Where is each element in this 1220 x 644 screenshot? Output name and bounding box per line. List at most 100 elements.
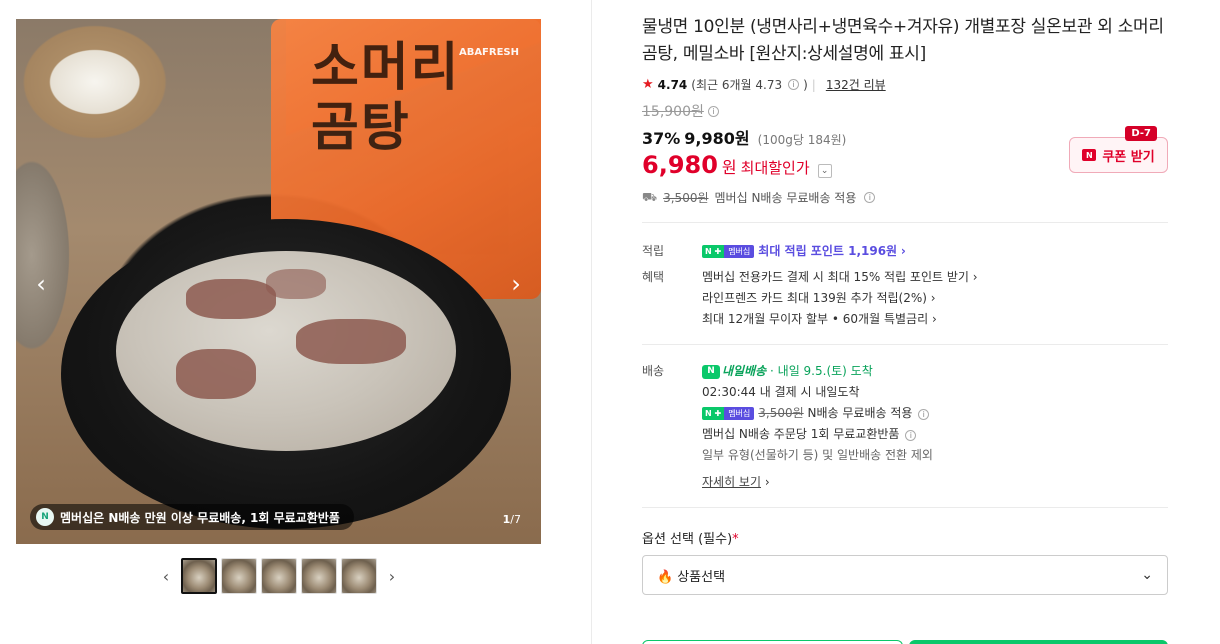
rating-recent-close: ) bbox=[803, 77, 808, 92]
benefit-item[interactable]: 멤버십 전용카드 결제 시 최대 15% 적립 포인트 받기 › bbox=[702, 267, 1168, 288]
points-section: 적립 N ✚ 멤버십 최대 적립 포인트 1,196원 › bbox=[642, 241, 1168, 262]
delivery-service-row: N 내일배송 · 내일 9.5.(토) 도착 bbox=[702, 361, 1168, 382]
meat-piece bbox=[266, 269, 326, 299]
primary-action-button[interactable] bbox=[909, 640, 1168, 644]
required-mark: * bbox=[732, 532, 739, 547]
chevron-right-icon: › bbox=[930, 291, 936, 305]
divider bbox=[642, 507, 1168, 508]
gallery-next-arrow-icon[interactable]: › bbox=[501, 269, 531, 299]
image-counter: 1/7 bbox=[503, 513, 521, 526]
price-info-icon[interactable]: i bbox=[707, 105, 719, 117]
delivery-body: N 내일배송 · 내일 9.5.(토) 도착 02:30:44 내 결제 시 내일… bbox=[702, 361, 1168, 493]
exclusion-text: 일부 유형(선물하기 등) 및 일반배송 전환 제외 bbox=[702, 448, 933, 462]
meat-piece bbox=[296, 319, 406, 364]
badge-member: 멤버십 bbox=[724, 407, 755, 420]
thumbnail-2[interactable] bbox=[221, 558, 257, 594]
select-value-wrap: 🔥 상품선택 bbox=[657, 566, 725, 585]
option-select[interactable]: 🔥 상품선택 ⌄ bbox=[642, 555, 1168, 595]
option-label-row: 옵션 선택 (필수)* bbox=[642, 528, 1168, 547]
thumbnail-5[interactable] bbox=[341, 558, 377, 594]
product-image-gallery[interactable]: ABAFRESH 소머리 곰탕 ‹ › N 멤버십은 N배송 만원 이상 무료배송… bbox=[16, 19, 541, 544]
delivery-arrival: 내일 9.5.(토) 도착 bbox=[777, 364, 873, 378]
membership-badge: N ✚ 멤버십 bbox=[702, 407, 755, 420]
discount-rate: 37% bbox=[642, 129, 681, 148]
rating-recent: (최근 6개월 4.73 bbox=[691, 78, 783, 92]
shipping-info-icon[interactable]: i bbox=[864, 192, 876, 203]
details-row: 자세히 보기 › bbox=[702, 472, 1168, 493]
info-icon[interactable]: i bbox=[905, 430, 917, 441]
thumb-next-chevron-icon[interactable]: › bbox=[381, 558, 403, 594]
divider bbox=[642, 344, 1168, 345]
thumbnail-strip: ‹ › bbox=[155, 558, 403, 594]
details-link[interactable]: 자세히 보기 bbox=[702, 475, 761, 489]
countdown-row: 02:30:44 내 결제 시 내일도착 bbox=[702, 382, 1168, 403]
expand-chevron-icon[interactable]: ⌄ bbox=[817, 164, 832, 178]
max-discount-label: 최대할인가 bbox=[740, 159, 810, 177]
membership-promo-banner: N 멤버십은 N배송 만원 이상 무료배송, 1회 무료교환반품 bbox=[30, 504, 354, 530]
info-icon[interactable]: i bbox=[918, 409, 930, 420]
chevron-right-icon: › bbox=[764, 475, 770, 489]
divider bbox=[642, 222, 1168, 223]
chevron-right-icon: › bbox=[931, 312, 937, 326]
promo-text: 멤버십은 N배송 만원 이상 무료배송, 1회 무료교환반품 bbox=[60, 510, 340, 525]
shipping-old-fee: 3,500원 bbox=[663, 191, 709, 205]
benefit-text: 멤버십 전용카드 결제 시 최대 15% 적립 포인트 받기 bbox=[702, 270, 969, 284]
chevron-down-icon: ⌄ bbox=[1141, 567, 1153, 583]
dday-badge: D-7 bbox=[1125, 126, 1157, 141]
star-icon: ★ bbox=[642, 77, 654, 92]
delivery-fee-old: 3,500원 bbox=[758, 406, 804, 420]
review-count-link[interactable]: 132건 리뷰 bbox=[826, 76, 886, 93]
thumbnail-4[interactable] bbox=[301, 558, 337, 594]
thumb-prev-chevron-icon[interactable]: ‹ bbox=[155, 558, 177, 594]
badge-member: 멤버십 bbox=[724, 245, 755, 258]
benefit-text: 최대 12개월 무이자 할부 • 60개월 특별금리 bbox=[702, 312, 929, 326]
sale-price: 9,980원 bbox=[684, 129, 750, 148]
return-row: 멤버십 N배송 주문당 1회 무료교환반품 i bbox=[702, 424, 1168, 445]
select-value: 상품선택 bbox=[677, 569, 726, 585]
counter-total: /7 bbox=[510, 513, 521, 526]
naver-delivery-icon: N bbox=[702, 364, 720, 379]
return-text: 멤버십 N배송 주문당 1회 무료교환반품 bbox=[702, 427, 900, 441]
meat-piece bbox=[186, 279, 276, 319]
gallery-prev-arrow-icon[interactable]: ‹ bbox=[26, 269, 56, 299]
max-price-unit: 원 bbox=[721, 158, 737, 177]
info-icon[interactable]: i bbox=[788, 79, 800, 90]
points-body[interactable]: N ✚ 멤버십 최대 적립 포인트 1,196원 › bbox=[702, 241, 1168, 262]
option-section: 옵션 선택 (필수)* 🔥 상품선택 ⌄ bbox=[642, 528, 1168, 595]
countdown-timer: 02:30:44 bbox=[702, 385, 756, 399]
membership-badge: N ✚ 멤버십 bbox=[702, 245, 755, 258]
points-text: 최대 적립 포인트 1,196원 bbox=[758, 244, 898, 258]
coupon-n-icon: N bbox=[1082, 149, 1097, 161]
product-info-panel: 물냉면 10인분 (냉면사리+냉면육수+겨자유) 개별포장 실온보관 외 소머리… bbox=[642, 14, 1168, 595]
thumbnail-3[interactable] bbox=[261, 558, 297, 594]
countdown-text: 내 결제 시 내일도착 bbox=[759, 385, 860, 399]
max-discount-price: 6,980 bbox=[642, 151, 718, 179]
benefit-item[interactable]: 라인프렌즈 카드 최대 139원 추가 적립(2%) › bbox=[702, 288, 1168, 309]
benefits-list: 멤버십 전용카드 결제 시 최대 15% 적립 포인트 받기 › 라인프렌즈 카… bbox=[702, 267, 1168, 330]
delivery-label: 배송 bbox=[642, 364, 665, 378]
option-label: 옵션 선택 (필수) bbox=[642, 532, 733, 547]
benefit-item[interactable]: 최대 12개월 무이자 할부 • 60개월 특별금리 › bbox=[702, 309, 1168, 330]
delivery-section: 배송 N 내일배송 · 내일 9.5.(토) 도착 02:30:44 내 결제 시… bbox=[642, 361, 1168, 493]
benefits-label: 혜택 bbox=[642, 270, 665, 284]
coupon-label: 쿠폰 받기 bbox=[1102, 149, 1155, 165]
benefits-section: 혜택 멤버십 전용카드 결제 시 최대 15% 적립 포인트 받기 › 라인프렌… bbox=[642, 267, 1168, 330]
action-buttons bbox=[642, 640, 1168, 644]
pouch-brand-text: ABAFRESH bbox=[458, 47, 519, 58]
product-title: 물냉면 10인분 (냉면사리+냉면육수+겨자유) 개별포장 실온보관 외 소머리… bbox=[642, 17, 1164, 64]
membership-badge-icon: N bbox=[36, 508, 54, 526]
thumbnail-1[interactable] bbox=[181, 558, 217, 594]
original-price: 15,900원 bbox=[642, 104, 704, 120]
secondary-action-button[interactable] bbox=[642, 640, 903, 644]
benefit-text: 라인프렌즈 카드 최대 139원 추가 적립(2%) bbox=[702, 291, 927, 305]
meat-piece bbox=[176, 349, 256, 399]
delivery-fee-row: N ✚ 멤버십 3,500원 N배송 무료배송 적용 i bbox=[702, 403, 1168, 424]
coupon-button[interactable]: D-7 N 쿠폰 받기 bbox=[1069, 126, 1168, 173]
chevron-right-icon: › bbox=[972, 270, 978, 284]
delivery-fee-text: N배송 무료배송 적용 bbox=[807, 406, 913, 420]
dot-separator: · bbox=[770, 364, 774, 378]
truck-icon: ⛟ bbox=[642, 189, 658, 204]
rating-value: 4.74 bbox=[657, 77, 688, 92]
chevron-right-icon: › bbox=[900, 244, 906, 258]
badge-n: N ✚ bbox=[702, 407, 725, 420]
